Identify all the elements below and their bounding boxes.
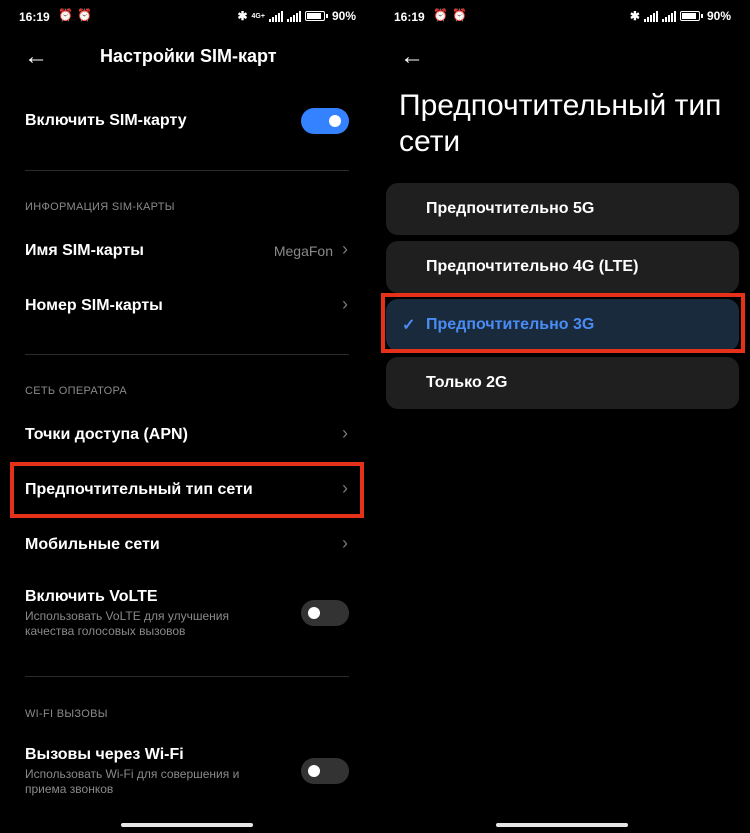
signal-icon [268,10,283,22]
enable-sim-toggle[interactable] [301,108,349,134]
option-2g[interactable]: Только 2G [386,357,739,409]
page-title: Предпочтительный тип сети [399,89,722,158]
page-title: Настройки SIM-карт [100,46,277,66]
option-label: Предпочтительно 4G (LTE) [426,258,639,275]
option-4g[interactable]: Предпочтительно 4G (LTE) [386,241,739,293]
battery-percent: 90% [331,9,356,23]
enable-sim-label: Включить SIM-карту [25,112,187,129]
chevron-right-icon: › [342,423,348,443]
status-time: 16:19 [19,10,50,24]
bluetooth-icon: ✱ [629,9,640,23]
status-bar: 16:19 ⏰ ⏰ ✱ 4G+ 90% [0,0,375,36]
highlight-frame [10,462,364,518]
sim-number-label: Номер SIM-карты [25,297,163,314]
volte-row[interactable]: Включить VoLTE Использовать VoLTE для ул… [0,585,375,645]
wifi-calls-toggle[interactable] [301,758,349,784]
status-time: 16:19 [394,10,425,24]
alarm-icon: ⏰ [451,8,467,22]
option-5g[interactable]: Предпочтительно 5G [386,183,739,235]
highlight-frame [381,293,745,353]
chevron-right-icon: › [342,239,348,259]
alarm-off-icon: ⏰ [58,8,73,22]
home-indicator[interactable] [496,823,628,827]
sim-number-row[interactable]: Номер SIM-карты › [0,285,375,325]
sim-name-label: Имя SIM-карты [25,242,144,259]
section-wifi-calls: WI-FI ВЫЗОВЫ [25,708,108,720]
section-operator: СЕТЬ ОПЕРАТОРА [25,385,128,397]
wifi-calls-row[interactable]: Вызовы через Wi-Fi Использовать Wi-Fi дл… [0,743,375,803]
alarm-icon: ⏰ [76,8,92,22]
chevron-right-icon: › [342,294,348,314]
divider [25,170,349,171]
battery-icon [304,11,325,21]
volte-description: Использовать VoLTE для улучшения качеств… [25,609,229,638]
signal-2-icon [286,10,301,22]
network-type: 4G+ [251,12,265,20]
signal-icon [643,10,658,22]
apn-label: Точки доступа (APN) [25,426,188,443]
back-arrow-icon[interactable]: ← [22,43,50,71]
sim-name-row[interactable]: Имя SIM-карты MegaFon › [0,230,375,270]
sim-settings-screen: 16:19 ⏰ ⏰ ✱ 4G+ 90% ← Настройки SIM-карт… [0,0,375,833]
back-arrow-icon[interactable]: ← [398,43,426,71]
bluetooth-icon: ✱ [237,9,248,23]
mobile-networks-label: Мобильные сети [25,536,160,553]
enable-sim-row[interactable]: Включить SIM-карту [0,100,375,144]
battery-percent: 90% [706,9,731,23]
wifi-calls-description: Использовать Wi-Fi для совершения и прие… [25,767,240,796]
mobile-networks-row[interactable]: Мобильные сети › [0,524,375,564]
divider [25,354,349,355]
sim-name-value: MegaFon [273,243,333,259]
status-bar: 16:19 ⏰ ⏰ ✱ 90% [375,0,750,36]
option-label: Только 2G [426,374,508,391]
preferred-network-screen: 16:19 ⏰ ⏰ ✱ 90% ← Предпочтительный тип с… [375,0,750,833]
divider [25,676,349,677]
wifi-calls-label: Вызовы через Wi-Fi [25,746,184,763]
signal-2-icon [661,10,676,22]
volte-label: Включить VoLTE [25,588,158,605]
section-sim-info: ИНФОРМАЦИЯ SIM-КАРТЫ [25,201,175,213]
apn-row[interactable]: Точки доступа (APN) › [0,414,375,454]
alarm-off-icon: ⏰ [433,8,448,22]
battery-icon [679,11,700,21]
option-label: Предпочтительно 5G [426,200,595,217]
chevron-right-icon: › [342,533,348,553]
home-indicator[interactable] [121,823,253,827]
volte-toggle[interactable] [301,600,349,626]
